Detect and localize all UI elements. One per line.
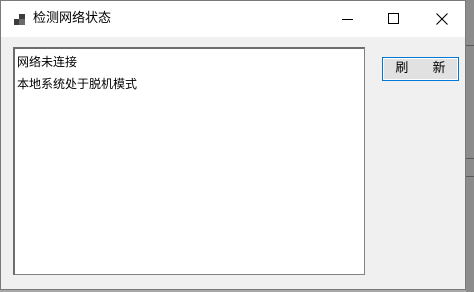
- list-item[interactable]: 网络未连接: [17, 54, 77, 70]
- background-window: [466, 0, 474, 292]
- background-divider: [466, 176, 474, 177]
- close-icon: [436, 13, 448, 25]
- close-button[interactable]: [419, 1, 465, 37]
- background-divider: [466, 158, 474, 159]
- maximize-button[interactable]: [371, 1, 417, 37]
- refresh-button-label: 刷 新: [395, 61, 456, 76]
- network-status-list[interactable]: 网络未连接 本地系统处于脱机模式: [13, 47, 365, 275]
- minimize-icon: [342, 19, 353, 20]
- main-window: 检测网络状态 网络未连接 本地系统处于脱机模式 刷 新: [0, 0, 466, 290]
- list-item[interactable]: 本地系统处于脱机模式: [17, 76, 137, 92]
- minimize-button[interactable]: [325, 1, 371, 37]
- title-bar[interactable]: 检测网络状态: [1, 1, 465, 37]
- window-title: 检测网络状态: [33, 11, 112, 26]
- app-window-icon: [14, 14, 25, 25]
- refresh-button[interactable]: 刷 新: [382, 57, 459, 81]
- background-divider: [466, 45, 474, 46]
- maximize-icon: [388, 13, 399, 24]
